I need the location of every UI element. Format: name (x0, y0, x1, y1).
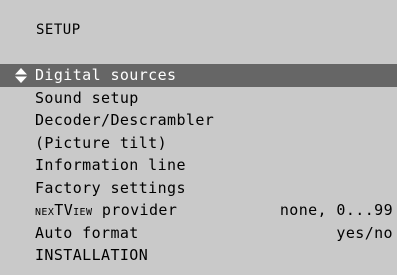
label-small: IEW (73, 207, 93, 218)
menu-item-sound-setup[interactable]: Sound setup (0, 87, 397, 110)
menu-item-picture-tilt[interactable]: (Picture tilt) (0, 132, 397, 155)
menu-item-label: Auto format (35, 223, 139, 242)
menu-title: SETUP (36, 22, 81, 38)
up-down-arrows-icon (15, 68, 27, 83)
menu-item-label: Decoder/Descrambler (35, 111, 215, 129)
label-prefix: NEX (35, 207, 55, 218)
menu-item-value: yes/no (336, 223, 393, 242)
menu-item-label: INSTALLATION (35, 246, 149, 264)
label-suffix: provider (92, 201, 178, 219)
menu-item-digital-sources[interactable]: Digital sources (0, 64, 397, 87)
menu-item-installation[interactable]: INSTALLATION (0, 244, 397, 267)
menu-item-label: (Picture tilt) (35, 133, 168, 152)
menu-item-factory-settings[interactable]: Factory settings (0, 177, 397, 200)
setup-menu-screen: SETUP Digital sources Sound setup Decode… (0, 0, 397, 275)
menu-item-label: Factory settings (35, 178, 186, 197)
menu-item-label: Information line (35, 156, 186, 174)
menu-item-information-line[interactable]: Information line (0, 154, 397, 177)
setup-menu-list: Digital sources Sound setup Decoder/Desc… (0, 64, 397, 267)
menu-item-nextview-provider[interactable]: NEXTVIEW provider none, 0...99 (0, 199, 397, 222)
menu-item-label: Sound setup (35, 88, 139, 107)
menu-item-decoder-descrambler[interactable]: Decoder/Descrambler (0, 109, 397, 132)
label-mid: TV (54, 201, 74, 219)
menu-item-label: Digital sources (35, 66, 177, 84)
menu-item-auto-format[interactable]: Auto format yes/no (0, 222, 397, 245)
menu-item-value: none, 0...99 (279, 201, 393, 219)
